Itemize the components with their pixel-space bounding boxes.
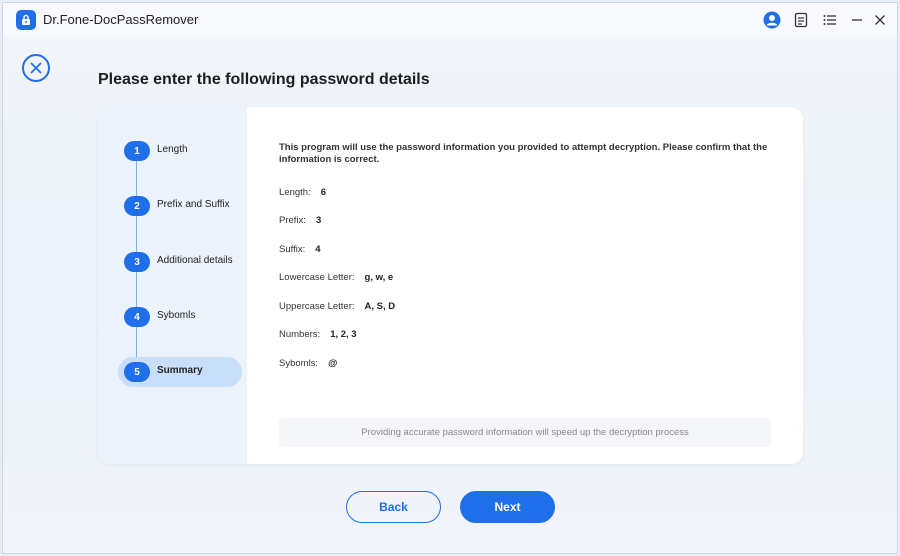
steps-sidebar: 1 Length 2 Prefix and Suffix 3 Additiona… [98,107,247,464]
field-label: Prefix: [279,215,306,226]
step-number: 5 [124,362,150,382]
user-avatar-icon[interactable] [763,11,781,29]
app-lock-icon [16,10,36,30]
menu-icon[interactable] [821,11,839,29]
field-label: Uppercase Letter: [279,301,355,312]
next-button[interactable]: Next [460,491,555,523]
step-prefix-suffix[interactable]: 2 Prefix and Suffix [118,191,242,221]
field-numbers: Numbers: 1, 2, 3 [279,329,357,340]
field-value: 1, 2, 3 [330,329,357,340]
field-label: Numbers: [279,329,321,340]
step-length[interactable]: 1 Length [118,136,242,166]
app-title: Dr.Fone-DocPassRemover [43,12,199,27]
step-number: 4 [124,307,150,327]
page-title: Please enter the following password deta… [98,71,430,88]
summary-panel: This program will use the password infor… [279,107,779,464]
step-label: Additional details [157,255,233,266]
field-value: 4 [315,244,321,255]
close-x-icon [30,62,42,74]
step-additional-details[interactable]: 3 Additional details [118,247,242,277]
minimize-icon[interactable] [848,11,866,29]
details-card: 1 Length 2 Prefix and Suffix 3 Additiona… [98,107,803,464]
step-number: 1 [124,141,150,161]
step-number: 2 [124,196,150,216]
field-label: Sybomls: [279,358,319,369]
step-number: 3 [124,252,150,272]
title-bar: Dr.Fone-DocPassRemover [3,3,897,37]
field-uppercase: Uppercase Letter: A, S, D [279,301,395,312]
field-symbols: Sybomls: @ [279,358,337,369]
step-label: Sybomls [157,310,196,321]
field-value: 3 [315,215,322,226]
exit-wizard-button[interactable] [22,54,50,82]
field-lowercase: Lowercase Letter: g, w, e [279,272,393,283]
close-icon[interactable] [871,11,889,29]
field-label: Lowercase Letter: [279,272,355,283]
field-label: Length: [279,187,311,198]
field-value: g, w, e [364,272,394,283]
step-label: Prefix and Suffix [157,199,230,210]
field-value: A, S, D [364,301,396,312]
summary-intro: This program will use the password infor… [279,142,768,165]
back-button[interactable]: Back [346,491,441,523]
field-label: Suffix: [279,244,306,255]
step-summary[interactable]: 5 Summary [118,357,242,387]
step-label: Summary [157,365,203,376]
field-suffix: Suffix: 4 [279,244,321,255]
field-value: 6 [320,187,326,198]
field-length: Length: 6 [279,187,326,198]
hint-banner: Providing accurate password information … [279,418,771,447]
field-value: @ [328,358,338,369]
app-window: Dr.Fone-DocPassRemover Please enter the … [2,2,898,554]
field-prefix: Prefix: 3 [279,215,321,226]
step-label: Length [157,144,188,155]
step-symbols[interactable]: 4 Sybomls [118,302,242,332]
feedback-icon[interactable] [792,11,810,29]
